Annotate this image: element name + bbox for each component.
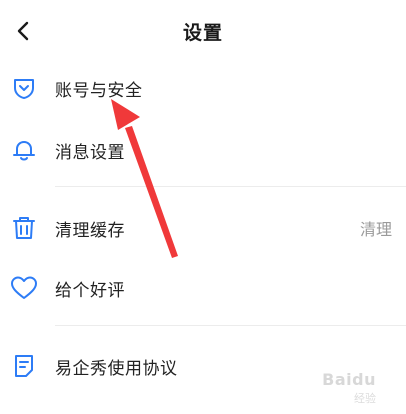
heart-icon bbox=[9, 273, 39, 303]
menu-item-label: 清理缓存 bbox=[55, 220, 125, 241]
page-title: 设置 bbox=[182, 22, 223, 44]
menu-item-message-settings[interactable]: 消息设置 bbox=[0, 124, 406, 176]
trash-icon bbox=[9, 213, 39, 243]
menu-item-label: 给个好评 bbox=[55, 280, 125, 301]
baidu-watermark: Baidu bbox=[322, 370, 376, 389]
menu-item-account-security[interactable]: 账号与安全 bbox=[0, 62, 406, 114]
clear-cache-button[interactable]: 清理 bbox=[360, 216, 392, 240]
shield-icon bbox=[9, 73, 39, 103]
divider bbox=[55, 186, 406, 187]
header: 设置 bbox=[0, 0, 406, 62]
menu-item-label: 账号与安全 bbox=[55, 80, 143, 101]
watermark-text: Baidu bbox=[322, 370, 376, 389]
menu-item-label: 易企秀使用协议 bbox=[55, 358, 178, 379]
menu-item-clear-cache[interactable]: 清理缓存 清理 bbox=[0, 202, 406, 254]
watermark-sub: 经验 bbox=[354, 392, 376, 405]
menu-item-rate-app[interactable]: 给个好评 bbox=[0, 262, 406, 314]
menu-item-label: 消息设置 bbox=[55, 142, 125, 163]
document-icon bbox=[9, 351, 39, 381]
divider bbox=[55, 325, 406, 326]
bell-icon bbox=[9, 135, 39, 165]
